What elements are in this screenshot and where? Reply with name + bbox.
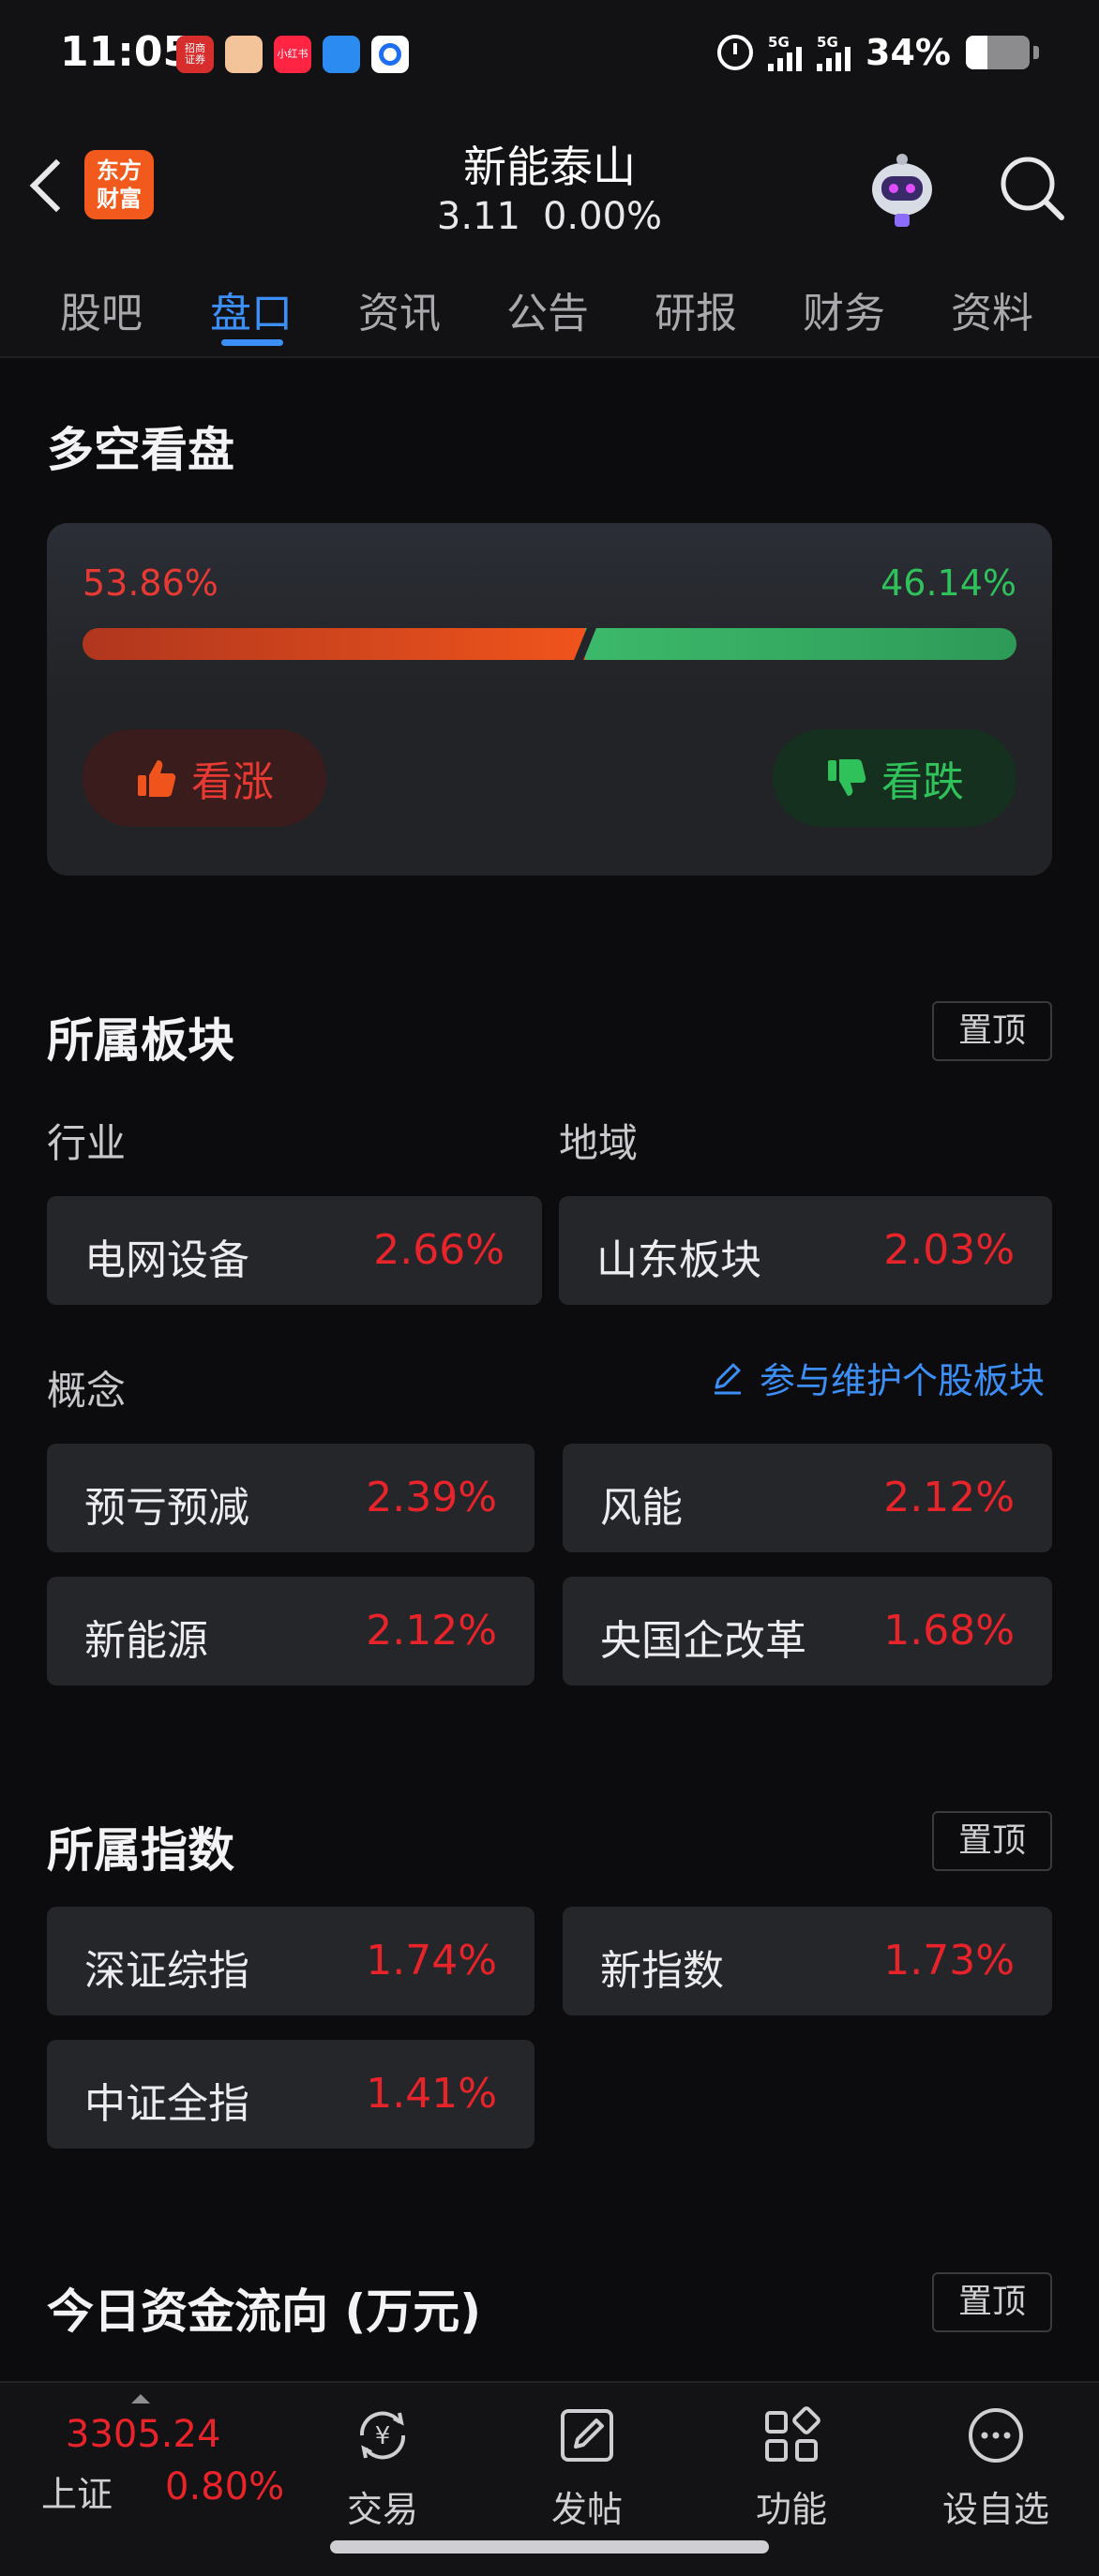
tab-announcements[interactable]: 公告 [506,279,589,339]
fund-flow-pin-button[interactable]: 置顶 [932,2272,1052,2332]
tab-guba[interactable]: 股吧 [60,279,143,339]
fund-flow-section-title: 今日资金流向 (万元) [47,2284,482,2339]
sectors-pin-button[interactable]: 置顶 [932,1001,1052,1061]
concept-name: 新能源 [84,1617,208,1665]
index-change: 1.73% [883,1937,1015,1984]
index-name: 中证全指 [84,2080,249,2128]
index-name: 深证综指 [84,1947,249,1995]
nav-functions[interactable]: 功能 [726,2402,857,2532]
tab-finance[interactable]: 财务 [803,279,885,339]
indices-section-title: 所属指数 [47,1823,234,1878]
battery-percent: 34% [866,32,951,73]
region-sector-chip[interactable]: 山东板块 2.03% [559,1196,1052,1305]
signal-icon: 5G [768,34,803,71]
xiaohongshu-app-icon: 小红书 [274,36,311,73]
app-header: 东方 财富 新能泰山 3.11 0.00% [0,112,1099,253]
maintain-sectors-link[interactable]: 参与维护个股板块 [709,1352,1045,1403]
concept-name: 预亏预减 [84,1484,249,1532]
home-indicator[interactable] [330,2540,769,2554]
edit-icon [561,2409,613,2462]
active-tab-indicator [221,339,283,346]
sector-name: 山东板块 [596,1236,761,1284]
grid-icon [765,2406,820,2462]
zhaoshang-app-icon: 招商 证券 [176,36,214,73]
blue-app-icon [323,36,360,73]
concept-label: 概念 [47,1368,127,1414]
index-name: 上证 [41,2474,113,2515]
concept-change: 2.12% [366,1607,497,1655]
index-name: 新指数 [600,1947,724,1995]
concept-chip[interactable]: 预亏预减 2.39% [47,1444,534,1552]
status-bar: 11:05 招商 证券 小红书 5G 5G 34% [0,0,1099,112]
bullish-label: 看涨 [191,758,274,806]
industry-sector-chip[interactable]: 电网设备 2.66% [47,1196,542,1305]
bearish-button[interactable]: 看跌 [773,729,1016,827]
status-indicators: 5G 5G 34% [717,32,1039,73]
bull-bar [83,628,585,660]
index-chip[interactable]: 深证综指 1.74% [47,1907,534,2015]
tab-profile[interactable]: 资料 [951,279,1033,339]
tab-pankou[interactable]: 盘口 [210,279,293,339]
index-change: 1.74% [366,1937,497,1984]
vote-card: 53.86% 46.14% 看涨 看跌 [47,523,1052,876]
nav-add-watchlist-label: 设自选 [941,2489,1049,2530]
more-icon [969,2408,1023,2463]
search-icon[interactable] [994,150,1069,225]
index-chip[interactable]: 新指数 1.73% [563,1907,1052,2015]
concept-chip[interactable]: 央国企改革 1.68% [563,1577,1052,1685]
yuan-exchange-icon: ¥ [359,2411,406,2460]
bull-percent: 53.86% [83,562,218,604]
nav-functions-label: 功能 [755,2489,827,2530]
concept-name: 央国企改革 [600,1617,806,1665]
alarm-icon [717,35,754,70]
nav-add-watchlist[interactable]: 设自选 [930,2402,1061,2532]
bear-bar [585,628,1016,660]
stock-change: 0.00% [542,195,663,238]
bearish-label: 看跌 [881,758,964,806]
index-value: 3305.24 [66,2413,221,2456]
thumbs-down-icon [828,759,866,796]
status-time: 11:05 [60,28,192,76]
notification-app-icons: 招商 证券 小红书 [176,36,409,73]
stock-price: 3.11 [436,195,520,238]
tab-bar: 股吧 盘口 资讯 公告 研报 财务 资料 [0,253,1099,358]
index-change: 1.41% [366,2070,497,2118]
signal-icon-2: 5G [817,34,851,71]
svg-text:¥: ¥ [375,2422,391,2450]
concept-change: 1.68% [883,1607,1015,1655]
nav-trade-label: 交易 [346,2489,418,2530]
industry-label: 行业 [47,1120,127,1166]
maintain-sectors-label: 参与维护个股板块 [760,1360,1046,1401]
sectors-section-title: 所属板块 [47,1013,234,1068]
robot-assistant-icon[interactable] [859,148,945,234]
concept-change: 2.39% [366,1474,497,1521]
index-change: 0.80% [165,2465,285,2509]
indices-pin-button[interactable]: 置顶 [932,1811,1052,1871]
alipay-app-icon [371,36,409,73]
sector-change: 2.66% [373,1226,504,1274]
bear-percent: 46.14% [881,562,1016,604]
region-label: 地域 [559,1120,639,1166]
concept-change: 2.12% [883,1474,1015,1521]
nav-post-label: 发帖 [550,2489,623,2530]
tab-research[interactable]: 研报 [655,279,737,339]
tab-news[interactable]: 资讯 [358,279,441,339]
nav-trade[interactable]: ¥ 交易 [317,2402,448,2532]
thumbs-up-icon [138,760,176,797]
concept-chip[interactable]: 新能源 2.12% [47,1577,534,1685]
pig-app-icon [225,36,263,73]
nav-post[interactable]: 发帖 [521,2402,653,2532]
sector-change: 2.03% [883,1226,1015,1274]
pencil-icon [715,1363,741,1394]
sector-name: 电网设备 [84,1236,249,1284]
vote-section-title: 多空看盘 [47,423,234,477]
battery-icon [966,36,1030,69]
index-chip[interactable]: 中证全指 1.41% [47,2040,534,2149]
concept-name: 风能 [600,1484,683,1532]
expand-caret-icon [131,2394,150,2404]
bull-bear-ratio-bar [83,628,1016,660]
concept-chip[interactable]: 风能 2.12% [563,1444,1052,1552]
bullish-button[interactable]: 看涨 [83,729,326,827]
